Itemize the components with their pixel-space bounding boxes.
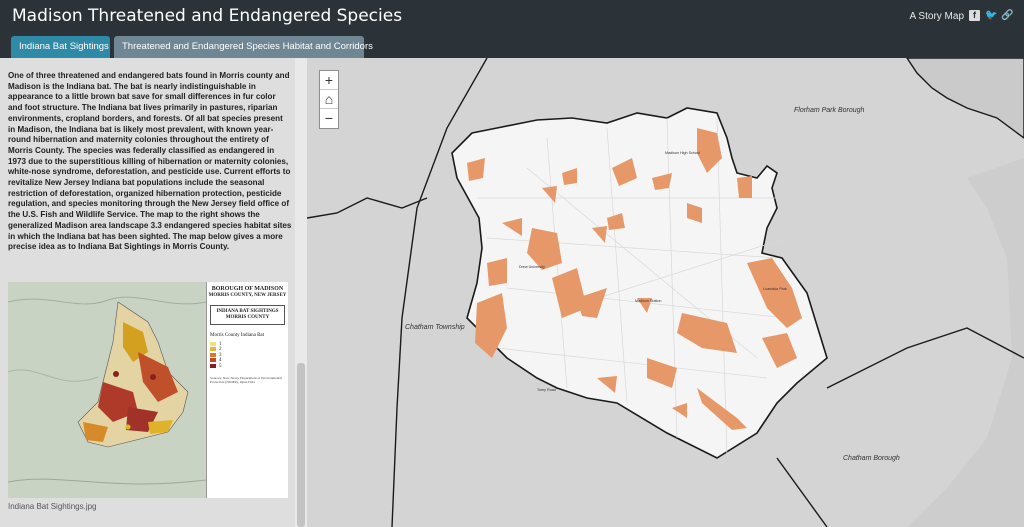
place-madison-station: Madison Station (635, 299, 662, 303)
side-panel: One of three threatened and endangered b… (0, 58, 307, 527)
label-chatham-borough: Chatham Borough (843, 455, 900, 462)
label-florham-park: Florham Park Borough (794, 107, 865, 114)
figure-legend: Morris County Indiana Bat 1 2 3 4 5 (210, 333, 285, 370)
indiana-bat-sightings-image[interactable]: BOROUGH OF MADISON MORRIS COUNTY, NEW JE… (8, 282, 288, 498)
legend-item-label: 5 (219, 364, 222, 370)
legend-item-label: 1 (219, 341, 222, 347)
figure-title-box: INDIANA BAT SIGHTINGS MORRIS COUNTY (210, 305, 285, 325)
link-icon[interactable]: 🔗 (1001, 10, 1013, 21)
legend-item-label: 2 (219, 347, 222, 353)
tab-indiana-bat-sightings[interactable]: Indiana Bat Sightings (11, 36, 110, 58)
borough-subtitle: MORRIS COUNTY, NEW JERSEY (208, 293, 287, 298)
scrollbar-thumb[interactable] (297, 363, 305, 527)
story-map-label[interactable]: A Story Map (910, 11, 964, 22)
label-chatham-township: Chatham Township (405, 324, 465, 331)
facebook-icon[interactable]: f (969, 10, 980, 21)
borough-title: BOROUGH OF MADISON (211, 286, 284, 292)
zoom-controls: + ⌂ − (319, 70, 339, 129)
legend-item-label: 4 (219, 358, 222, 364)
figure-notes: Sources: New Jersey Department of Enviro… (210, 375, 283, 385)
side-panel-text: One of three threatened and endangered b… (8, 71, 292, 252)
place-drew: Drew University (519, 265, 545, 269)
figure-legend-title: Morris County Indiana Bat (210, 333, 265, 338)
side-panel-scrollbar[interactable] (295, 58, 307, 527)
madison-habitat-map (307, 58, 1024, 527)
place-madison-high: Madison High School (665, 151, 700, 155)
legend-item-label: 3 (219, 352, 222, 358)
legend-item: 5 (210, 364, 285, 370)
app-title: Madison Threatened and Endangered Specie… (12, 6, 403, 26)
home-icon[interactable]: ⌂ (320, 90, 338, 109)
zoom-out-button[interactable]: − (320, 109, 338, 128)
twitter-icon[interactable]: 🐦 (985, 10, 997, 21)
county-map-graphic (8, 282, 206, 498)
place-torey: Torey Road (537, 388, 556, 392)
share-buttons: f 🐦 🔗 (969, 10, 1013, 21)
image-caption: Indiana Bat Sightings.jpg (8, 502, 97, 511)
tab-habitat-corridors[interactable]: Threatened and Endangered Species Habita… (114, 36, 373, 58)
figure-legend-panel: BOROUGH OF MADISON MORRIS COUNTY, NEW JE… (206, 282, 288, 498)
main-map[interactable]: + ⌂ − Florham Park Borough Chatham Towns… (307, 58, 1024, 527)
figure-title-line-2: MORRIS COUNTY (225, 315, 270, 320)
zoom-in-button[interactable]: + (320, 71, 338, 90)
place-loantaka: Loantaka Park (763, 287, 787, 291)
